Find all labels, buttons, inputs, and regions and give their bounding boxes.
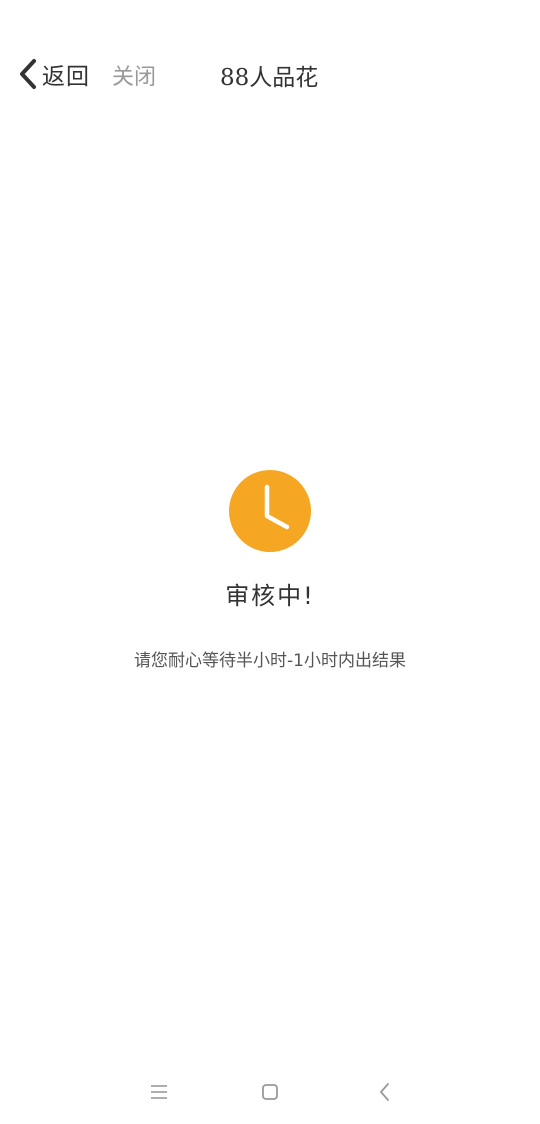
status-message: 请您耐心等待半小时-1小时内出结果 — [134, 651, 406, 671]
back-icon[interactable] — [373, 1080, 397, 1104]
navigation-bar: 返回 关闭 88人品花 — [0, 40, 540, 108]
status-title: 审核中! — [225, 582, 315, 610]
clock-icon — [229, 470, 311, 552]
chevron-left-icon — [20, 59, 36, 89]
back-button-label: 返回 — [42, 64, 90, 90]
back-button[interactable]: 返回 — [18, 56, 90, 92]
menu-icon[interactable] — [147, 1080, 171, 1104]
system-navigation-bar — [0, 1070, 540, 1114]
close-button[interactable]: 关闭 — [112, 59, 156, 91]
page-title: 88人品花 — [220, 65, 319, 91]
home-icon[interactable] — [258, 1080, 282, 1104]
